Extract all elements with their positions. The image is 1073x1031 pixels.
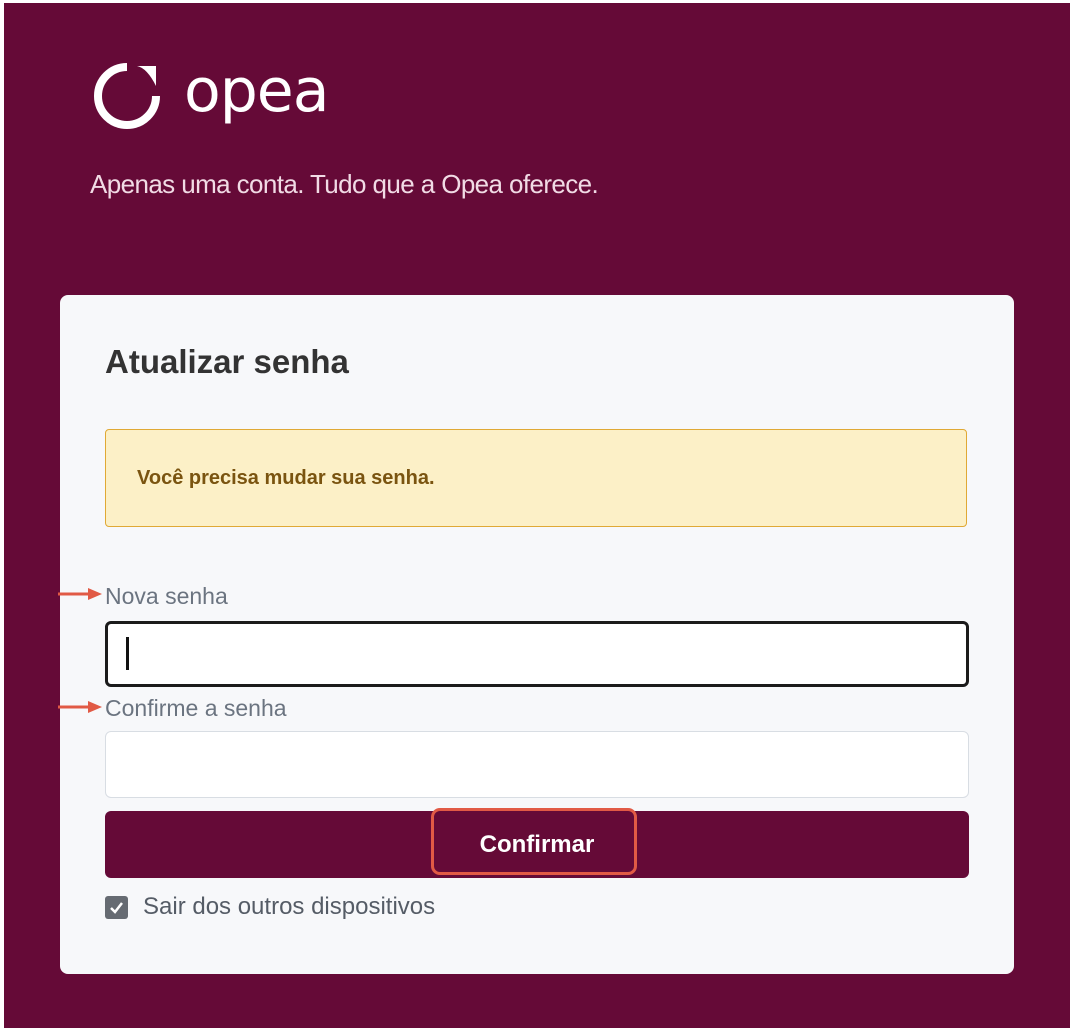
checkmark-icon <box>110 901 123 914</box>
logout-other-devices-checkbox[interactable] <box>105 895 128 919</box>
right-arrow-icon <box>58 701 102 713</box>
confirm-button[interactable]: Confirmar <box>105 811 969 878</box>
login-background: opea Apenas uma conta. Tudo que a Opea o… <box>4 3 1070 1028</box>
confirm-password-input[interactable] <box>105 731 969 798</box>
brand-name: opea <box>184 56 329 126</box>
logout-other-devices-label: Sair dos outros dispositivos <box>143 893 436 920</box>
new-password-label: Nova senha <box>105 583 228 609</box>
update-password-card: Atualizar senha Você precisa mudar sua s… <box>58 295 1014 974</box>
confirm-button-label: Confirmar <box>479 830 595 858</box>
page-title: Atualizar senha <box>105 343 349 380</box>
opea-logo-icon <box>94 63 160 129</box>
new-password-input[interactable] <box>105 621 969 687</box>
brand-logo: opea <box>90 56 329 136</box>
warning-alert: Você precisa mudar sua senha. <box>105 429 967 527</box>
text-cursor <box>126 637 129 670</box>
alert-message: Você precisa mudar sua senha. <box>137 466 435 489</box>
right-arrow-icon <box>58 588 102 600</box>
logout-other-devices-option[interactable]: Sair dos outros dispositivos <box>105 893 435 921</box>
confirm-password-label: Confirme a senha <box>105 695 287 721</box>
brand-tagline: Apenas uma conta. Tudo que a Opea oferec… <box>90 169 599 199</box>
